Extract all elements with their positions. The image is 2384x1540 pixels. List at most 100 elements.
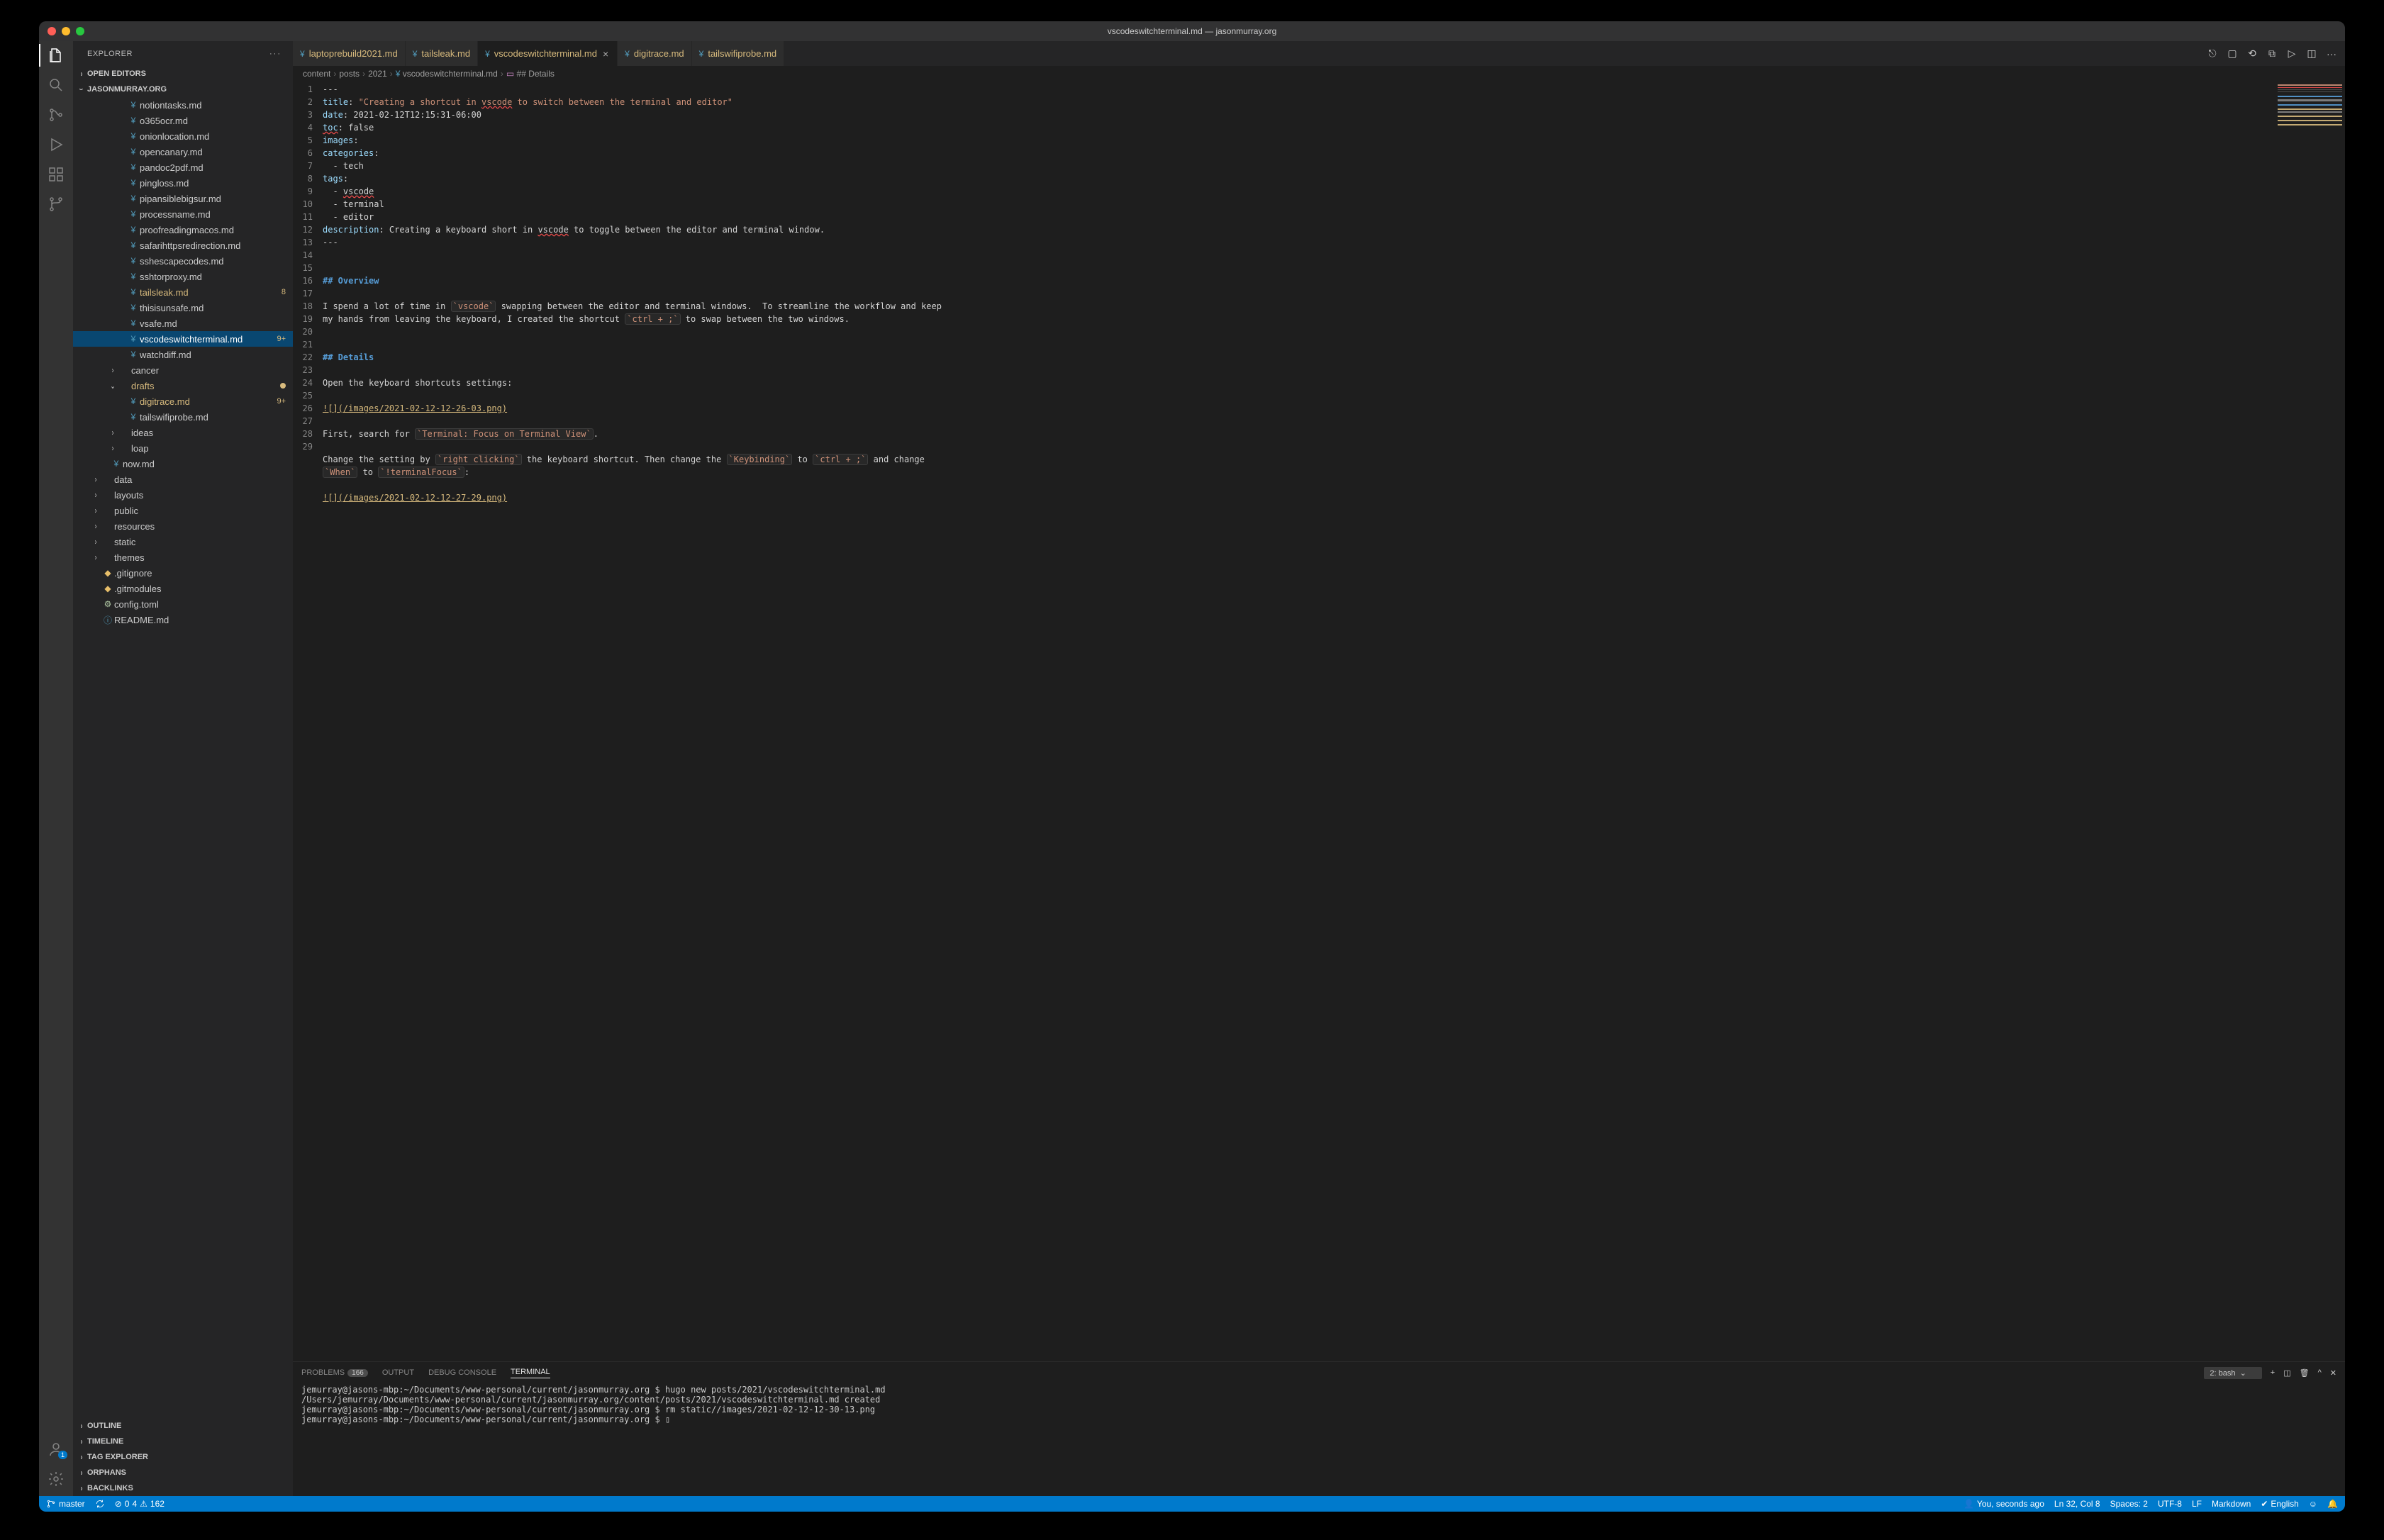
problems-status[interactable]: ⊘0 4 ⚠ 162 — [115, 1499, 165, 1509]
open-editors-section[interactable]: ›OPEN EDITORS — [73, 66, 293, 82]
minimap[interactable] — [2274, 82, 2345, 1361]
editor-tab[interactable]: ¥vscodeswitchterminal.md× — [478, 41, 618, 66]
folder-row[interactable]: ›static — [73, 534, 293, 549]
sync-status[interactable] — [95, 1499, 105, 1509]
extensions-icon[interactable] — [48, 166, 65, 183]
timeline-section[interactable]: ›TIMELINE — [73, 1434, 293, 1449]
indentation-status[interactable]: Spaces: 2 — [2110, 1499, 2148, 1509]
debug-console-tab[interactable]: DEBUG CONSOLE — [428, 1368, 496, 1377]
file-row[interactable]: ¥sshescapecodes.md — [73, 253, 293, 269]
file-row[interactable]: ¥opencanary.md — [73, 144, 293, 160]
kill-terminal-icon[interactable]: 🗑 — [2300, 1368, 2310, 1378]
backlinks-section[interactable]: ›BACKLINKS — [73, 1480, 293, 1496]
folder-row[interactable]: ›loap — [73, 440, 293, 456]
folder-row[interactable]: ⌄drafts — [73, 378, 293, 394]
account-icon[interactable]: 1 — [48, 1441, 65, 1458]
titlebar[interactable]: vscodeswitchterminal.md — jasonmurray.or… — [39, 21, 2345, 41]
code-area[interactable]: ---title: "Creating a shortcut in vscode… — [323, 82, 2274, 1361]
run-debug-icon[interactable] — [48, 136, 65, 153]
encoding-status[interactable]: UTF-8 — [2158, 1499, 2182, 1509]
file-row[interactable]: ¥onionlocation.md — [73, 128, 293, 144]
file-row[interactable]: ¥sshtorproxy.md — [73, 269, 293, 284]
file-row[interactable]: ¥pingloss.md — [73, 175, 293, 191]
file-tree[interactable]: ¥notiontasks.md¥o365ocr.md¥onionlocation… — [73, 97, 293, 1418]
breadcrumb-item[interactable]: content — [303, 69, 330, 79]
breadcrumb-item[interactable]: ¥ vscodeswitchterminal.md — [396, 69, 498, 79]
settings-gear-icon[interactable] — [48, 1471, 65, 1488]
file-row[interactable]: ¥vscodeswitchterminal.md9+ — [73, 331, 293, 347]
git-blame-status[interactable]: 👤 You, seconds ago — [1964, 1499, 2044, 1509]
breadcrumbs[interactable]: content›posts›2021›¥ vscodeswitchtermina… — [293, 66, 2345, 82]
notifications-icon[interactable]: 🔔 — [2327, 1499, 2338, 1509]
minimize-window-button[interactable] — [62, 27, 70, 35]
file-row[interactable]: ¥tailsleak.md8 — [73, 284, 293, 300]
file-row[interactable]: ¥watchdiff.md — [73, 347, 293, 362]
breadcrumb-item[interactable]: ▭ ## Details — [506, 69, 555, 79]
zoom-window-button[interactable] — [76, 27, 84, 35]
file-row[interactable]: ¥tailswifiprobe.md — [73, 409, 293, 425]
compare-changes-icon[interactable]: ⎋ — [2206, 48, 2219, 60]
folder-row[interactable]: ›public — [73, 503, 293, 518]
terminal-output[interactable]: jemurray@jasons-mbp:~/Documents/www-pers… — [293, 1383, 2345, 1496]
close-tab-icon[interactable]: × — [601, 48, 610, 60]
terminal-tab[interactable]: TERMINAL — [511, 1368, 550, 1378]
problems-tab[interactable]: PROBLEMS 166 — [301, 1368, 368, 1377]
new-terminal-icon[interactable]: + — [2271, 1368, 2275, 1377]
editor-tab[interactable]: ¥tailsleak.md — [406, 41, 478, 66]
file-row[interactable]: ¥pandoc2pdf.md — [73, 160, 293, 175]
outline-section[interactable]: ›OUTLINE — [73, 1418, 293, 1434]
file-row[interactable]: ◆.gitmodules — [73, 581, 293, 596]
close-panel-icon[interactable]: ✕ — [2330, 1368, 2336, 1378]
project-section[interactable]: ›JASONMURRAY.ORG — [73, 82, 293, 97]
file-row[interactable]: ¥pipansiblebigsur.md — [73, 191, 293, 206]
more-actions-icon[interactable]: ··· — [2325, 48, 2338, 60]
git-branch-status[interactable]: master — [46, 1499, 85, 1509]
file-row[interactable]: ¥digitrace.md9+ — [73, 394, 293, 409]
open-changes-icon[interactable]: ▢ — [2226, 48, 2239, 60]
file-row[interactable]: ⚙config.toml — [73, 596, 293, 612]
editor-tab[interactable]: ¥tailswifiprobe.md — [692, 41, 785, 66]
file-row[interactable]: ¥o365ocr.md — [73, 113, 293, 128]
file-row[interactable]: ¥processname.md — [73, 206, 293, 222]
folder-row[interactable]: ›layouts — [73, 487, 293, 503]
run-icon[interactable]: ⟲ — [2246, 48, 2258, 60]
folder-row[interactable]: ›ideas — [73, 425, 293, 440]
editor-tab[interactable]: ¥laptoprebuild2021.md — [293, 41, 406, 66]
source-control-icon[interactable] — [48, 106, 65, 123]
spell-status[interactable]: ✔ English — [2261, 1499, 2298, 1509]
git-graph-icon[interactable] — [48, 196, 65, 213]
file-row[interactable]: ⓘREADME.md — [73, 612, 293, 627]
preview-side-icon[interactable]: ⧉ — [2266, 48, 2278, 60]
file-row[interactable]: ¥proofreadingmacos.md — [73, 222, 293, 238]
folder-row[interactable]: ›data — [73, 472, 293, 487]
split-terminal-icon[interactable]: ◫ — [2283, 1368, 2290, 1378]
editor[interactable]: 1234567891011121314151617181920212223242… — [293, 82, 2345, 1361]
output-tab[interactable]: OUTPUT — [382, 1368, 414, 1377]
explorer-icon[interactable] — [48, 47, 65, 64]
folder-row[interactable]: ›resources — [73, 518, 293, 534]
file-row[interactable]: ¥thisisunsafe.md — [73, 300, 293, 316]
preview-icon[interactable]: ▷ — [2285, 48, 2298, 60]
maximize-panel-icon[interactable]: ^ — [2318, 1368, 2322, 1377]
tag-explorer-section[interactable]: ›TAG EXPLORER — [73, 1449, 293, 1465]
breadcrumb-item[interactable]: 2021 — [368, 69, 387, 79]
eol-status[interactable]: LF — [2192, 1499, 2202, 1509]
orphans-section[interactable]: ›ORPHANS — [73, 1465, 293, 1480]
folder-row[interactable]: ›themes — [73, 549, 293, 565]
search-icon[interactable] — [48, 77, 65, 94]
close-window-button[interactable] — [48, 27, 56, 35]
language-status[interactable]: Markdown — [2212, 1499, 2251, 1509]
sidebar-more-icon[interactable]: ··· — [269, 50, 282, 58]
terminal-selector[interactable]: 2: bash ⌄ — [2204, 1367, 2261, 1379]
file-row[interactable]: ¥notiontasks.md — [73, 97, 293, 113]
feedback-icon[interactable]: ☺ — [2309, 1499, 2317, 1509]
file-row[interactable]: ¥vsafe.md — [73, 316, 293, 331]
split-editor-icon[interactable]: ◫ — [2305, 48, 2318, 60]
breadcrumb-item[interactable]: posts — [339, 69, 360, 79]
cursor-position-status[interactable]: Ln 32, Col 8 — [2054, 1499, 2100, 1509]
editor-tab[interactable]: ¥digitrace.md — [618, 41, 692, 66]
file-row[interactable]: ¥safarihttpsredirection.md — [73, 238, 293, 253]
file-row[interactable]: ¥now.md — [73, 456, 293, 472]
file-row[interactable]: ◆.gitignore — [73, 565, 293, 581]
folder-row[interactable]: ›cancer — [73, 362, 293, 378]
